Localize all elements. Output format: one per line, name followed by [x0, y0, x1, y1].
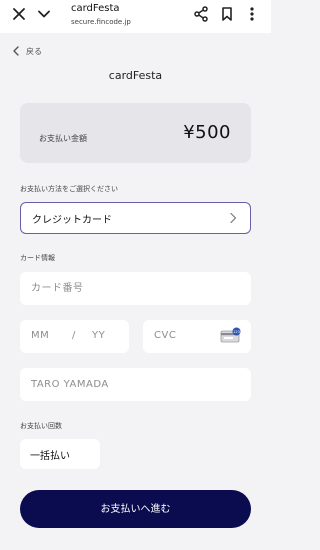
browser-page-title: cardFesta [71, 3, 120, 14]
chevron-right-icon [230, 212, 237, 224]
cvc-card-icon: 123 [220, 327, 241, 343]
payment-method-select[interactable]: クレジットカード [20, 202, 251, 234]
browser-url: secure.fincode.jp [71, 18, 131, 26]
card-number-input[interactable] [20, 272, 251, 305]
back-label: 戻る [26, 46, 42, 56]
proceed-payment-button[interactable]: お支払いへ進む [20, 490, 251, 528]
svg-text:123: 123 [233, 330, 240, 334]
merchant-name: cardFesta [108, 69, 163, 82]
cvc-field[interactable]: CVC 123 [143, 320, 251, 353]
payment-method-value: クレジットカード [32, 215, 112, 226]
installments-label: お支払い回数 [20, 422, 62, 430]
chevron-left-icon [13, 46, 19, 56]
installments-value: 一括払い [30, 451, 70, 462]
amount-card: お支払い金額 ¥500 [20, 103, 251, 163]
back-link[interactable]: 戻る [12, 44, 42, 58]
browser-toolbar: cardFesta secure.fincode.jp [0, 0, 271, 33]
chevron-down-icon[interactable] [34, 4, 54, 24]
expiry-field[interactable]: MM / YY [20, 320, 129, 353]
card-info-label: カード情報 [20, 254, 55, 262]
expiry-separator: / [72, 330, 76, 341]
close-icon[interactable] [9, 4, 29, 24]
cvc-placeholder: CVC [154, 330, 177, 341]
more-vert-icon[interactable] [242, 4, 262, 24]
payment-method-label: お支払い方法をご選択ください [20, 185, 118, 193]
expiry-month-placeholder: MM [31, 330, 50, 341]
expiry-year-placeholder: YY [92, 330, 106, 341]
cardholder-name-input[interactable] [20, 368, 251, 401]
share-icon[interactable] [191, 4, 211, 24]
bookmark-icon[interactable] [217, 4, 237, 24]
amount-label: お支払い金額 [39, 134, 87, 143]
installments-select[interactable]: 一括払い [20, 439, 100, 469]
amount-value: ¥500 [183, 122, 231, 143]
